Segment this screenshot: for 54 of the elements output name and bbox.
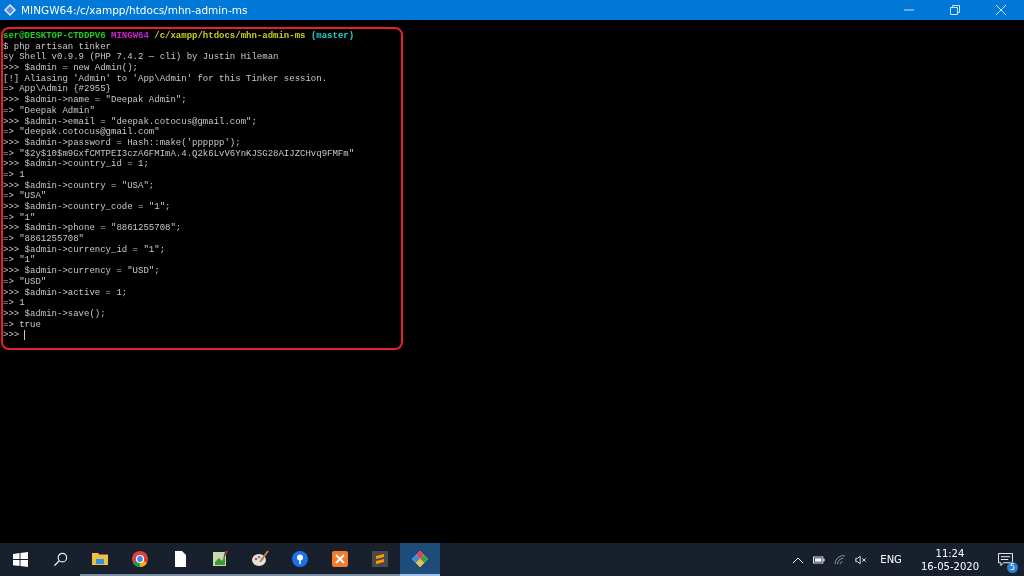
terminal-text: => App\Admin {#2955} (3, 84, 112, 95)
battery-icon[interactable] (813, 554, 826, 565)
terminal-text: >>> $admin->password = Hash::make('pppppp'); (3, 137, 241, 148)
terminal-text: => 1 (3, 169, 25, 180)
clock-time: 11:24 (935, 546, 965, 560)
terminal-text: sy Shell v0.9.9 (PHP 7.4.2 — cli) by Justin Hileman (3, 52, 279, 63)
terminal-text: >>> $admin->currency_id = "1"; (3, 244, 166, 255)
wifi-icon[interactable] (834, 554, 847, 565)
language-indicator[interactable]: ENG (880, 554, 902, 565)
window-title: MINGW64:/c/xampp/htdocs/mhn-admin-ms (21, 4, 248, 16)
map-pin-icon (291, 549, 309, 568)
diamond-icon (4, 4, 16, 16)
clock[interactable]: 11:24 16-05-2020 (920, 546, 979, 573)
speaker-muted-icon[interactable] (855, 554, 868, 565)
browser-icon (131, 549, 149, 568)
restore-icon (950, 5, 960, 15)
editor-icon (371, 549, 389, 568)
terminal-text: >>> $admin->country_id = 1; (3, 159, 149, 170)
terminal-text: >>> $admin->email = "deepak.cotocus@gmail.com"; (3, 116, 257, 127)
terminal-text: => true (3, 319, 41, 330)
terminal-text: (master) (309, 31, 355, 41)
terminal-text: >>> $admin->active = 1; (3, 287, 128, 298)
terminal-text: >>> $admin->name = "Deepak Admin"; (3, 95, 187, 106)
terminal-text: >>> $admin->country_code = "1"; (3, 202, 171, 212)
terminal-text: => "USD" (3, 276, 47, 287)
notification-badge: 5 (1007, 561, 1018, 573)
terminal-text: $ php artisan tinker (3, 41, 112, 52)
terminal-text: => "Deepak Admin" (3, 105, 95, 116)
diamond-app-icon (411, 549, 429, 568)
crossed-square-icon (331, 549, 349, 568)
windows-logo-icon (12, 552, 28, 567)
terminal-text: MINGW64 (110, 31, 149, 41)
image-editor-icon (211, 549, 229, 568)
notification-button[interactable]: 5 (994, 548, 1016, 571)
terminal-text: => "1" (3, 212, 36, 223)
terminal-text: >>> $admin->country = "USA"; (3, 180, 155, 191)
palette-icon (251, 549, 269, 568)
search-icon (52, 552, 68, 567)
terminal-text: >>> (3, 330, 20, 341)
terminal-text: => "deepak.cotocus@gmail.com" (3, 127, 160, 138)
terminal-text: /c/xampp/htdocs/mhn-admin-ms (153, 31, 306, 41)
terminal-text: => "8861255708" (3, 234, 84, 245)
terminal-text: ser@DESKTOP-CTDDPV6 (3, 31, 106, 41)
terminal-text: => 1 (3, 298, 25, 309)
terminal-text: >>> $admin->currency = "USD"; (3, 266, 160, 277)
close-icon (996, 5, 1006, 15)
terminal-text: [!] Aliasing 'Admin' to 'App\Admin' for this Tinker session. (3, 73, 328, 84)
terminal-text: => "$2y$10$m9GxfCMTPEI3czA6FMImA.4.Q2k6LvV6YnKJSG28AIJZCHvq9FMFm" (3, 148, 355, 159)
terminal-text: => "USA" (3, 191, 47, 202)
terminal-text: >>> $admin->phone = "8861255708"; (3, 223, 182, 234)
clock-date: 16-05-2020 (920, 559, 979, 573)
terminal-text: >>> $admin->save(); (3, 308, 106, 319)
terminal-text: >>> $admin = new Admin(); (3, 63, 139, 74)
terminal-text: => "1" (3, 255, 36, 266)
